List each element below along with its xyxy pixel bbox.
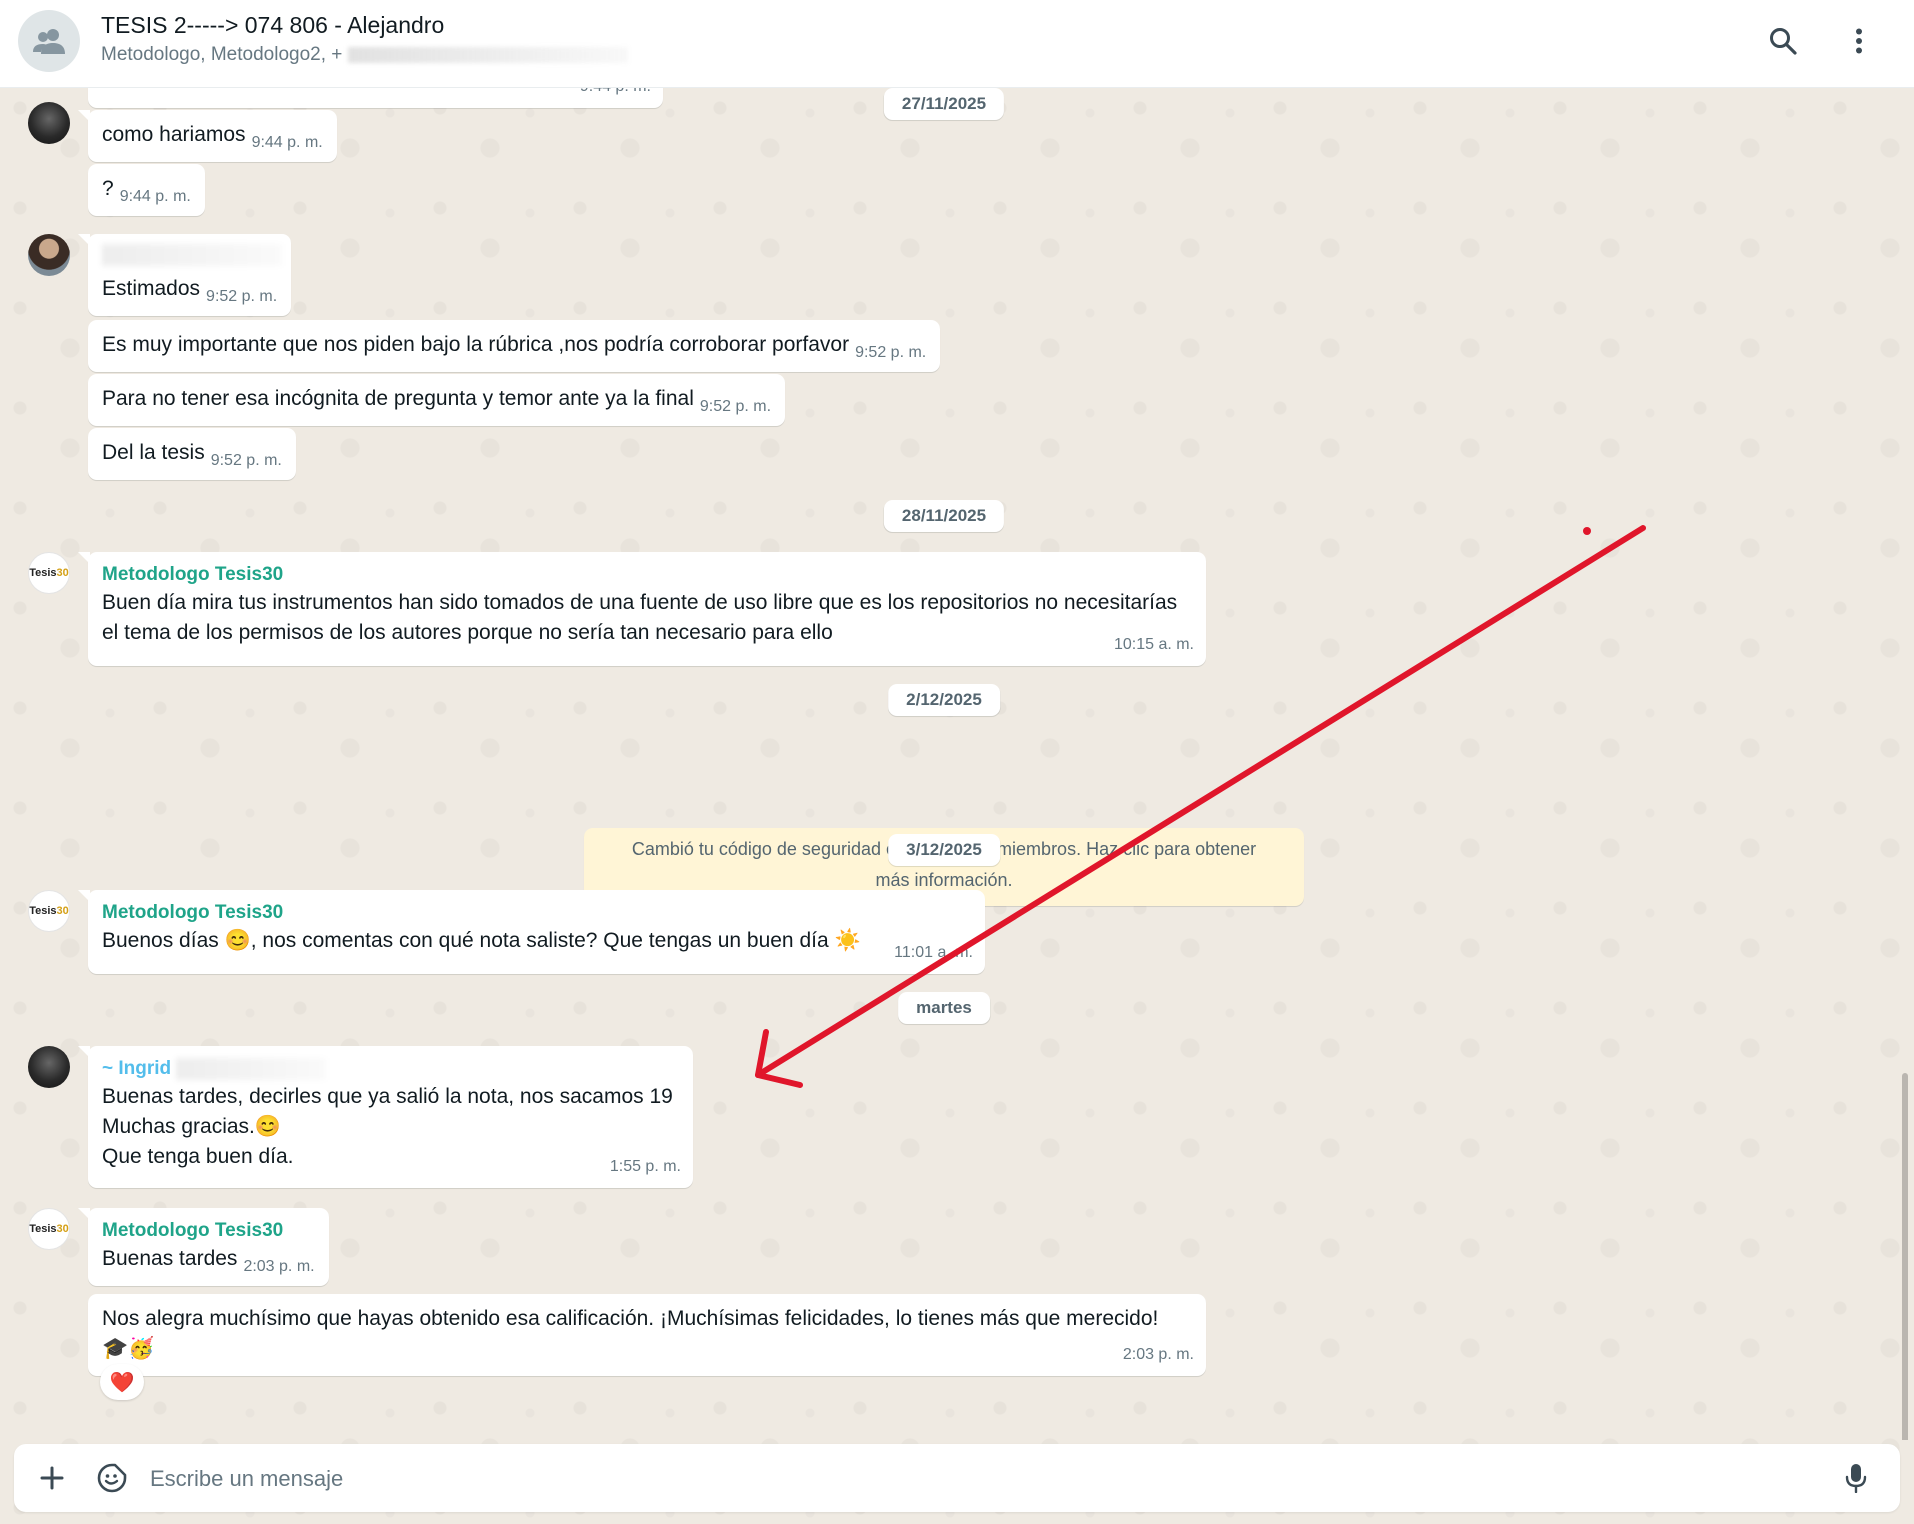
message-time: 9:52 p. m. — [206, 288, 278, 305]
sender-name[interactable]: Metodologo Tesis30 — [102, 562, 1192, 588]
message-bubble[interactable]: como hariamos 9:44 p. m. — [78, 110, 337, 162]
heart-reaction[interactable]: ❤️ — [100, 1364, 144, 1400]
avatar-logo[interactable]: Tesis 30 — [28, 1208, 70, 1250]
message-bubble[interactable]: Nos alegra muchísimo que hayas obtenido … — [88, 1294, 1206, 1376]
avatar[interactable] — [28, 234, 70, 276]
message-time: 9:52 p. m. — [699, 398, 772, 415]
date-separator: 28/11/2025 — [883, 500, 1005, 532]
mic-icon — [1845, 1464, 1867, 1493]
message-text: Buenas tardes, decirles que ya salió la … — [102, 1085, 673, 1168]
blurred-members — [348, 46, 629, 63]
date-separator: 3/12/2025 — [888, 834, 1000, 866]
message-text: Para no tener esa incógnita de pregunta … — [102, 387, 694, 410]
message-time: 10:15 a. m. — [1113, 636, 1194, 653]
sender-name[interactable]: ~ Ingrid — [102, 1056, 679, 1082]
message-time: 9:44 p. m. — [580, 88, 651, 102]
message-bubble[interactable]: Estimados 9:52 p. m. — [77, 234, 292, 316]
message-text: Buenos días 😊, nos comentas con qué nota… — [102, 929, 861, 952]
avatar-logo[interactable]: Tesis 30 — [28, 890, 70, 932]
sender-name[interactable]: Metodologo Tesis30 — [102, 900, 971, 926]
message-bubble[interactable]: Metodologo Tesis30 Buenas tardes 2:03 p. … — [78, 1208, 329, 1286]
logo-brand: Tesis — [29, 1223, 57, 1235]
menu-icon — [1856, 28, 1862, 54]
sticker-button[interactable] — [90, 1456, 134, 1500]
message-time: 11:01 a. m. — [894, 944, 973, 961]
message-text: como hariamos — [102, 123, 246, 146]
message-time: 2:03 p. m. — [1122, 1346, 1194, 1363]
message-text: Estimados — [102, 277, 201, 300]
composer — [14, 1444, 1900, 1512]
message-time: 9:52 p. m. — [855, 344, 927, 361]
attach-button[interactable] — [30, 1456, 74, 1500]
members-text: Metodologo, Metodologo2, + — [101, 44, 343, 65]
date-separator: 27/11/2025 — [883, 88, 1005, 120]
message-bubble[interactable]: Del la tesis 9:52 p. m. — [88, 428, 296, 480]
avatar-logo[interactable]: Tesis 30 — [28, 552, 70, 594]
sender-label: ~ Ingrid — [102, 1058, 172, 1079]
logo-brand: Tesis — [29, 567, 57, 579]
group-avatar[interactable] — [18, 10, 80, 72]
blurred-phone — [176, 1057, 327, 1080]
message-text: ? — [102, 177, 114, 200]
logo-brand: Tesis — [29, 905, 57, 917]
message-time: 2:03 p. m. — [243, 1258, 315, 1275]
message-bubble[interactable]: Metodologo Tesis30 Buenos días 😊, nos co… — [78, 890, 985, 974]
chat-header[interactable]: TESIS 2-----> 074 806 - Alejandro Metodo… — [0, 0, 1914, 88]
message-text: Es muy importante que nos piden bajo la … — [102, 333, 850, 356]
message-bubble[interactable]: Metodologo Tesis30 Buen día mira tus ins… — [78, 552, 1206, 666]
message-bubble[interactable]: Para no tener esa incógnita de pregunta … — [88, 374, 786, 426]
message-time: 1:55 p. m. — [609, 1158, 681, 1175]
message-list[interactable]: 9:44 p. m. 27/11/2025 como hariamos 9:44 … — [0, 88, 1914, 1440]
message-time: 9:44 p. m. — [119, 188, 191, 205]
blurred-sender — [102, 244, 282, 266]
chat-title[interactable]: TESIS 2-----> 074 806 - Alejandro — [101, 12, 444, 39]
avatar[interactable] — [28, 1046, 70, 1088]
logo-number: 30 — [56, 567, 69, 579]
sender-name[interactable]: Metodologo Tesis30 — [102, 1218, 315, 1244]
group-icon — [33, 29, 65, 54]
menu-button[interactable] — [1836, 18, 1882, 64]
plus-icon — [40, 1466, 64, 1490]
message-bubble[interactable]: 9:44 p. m. — [88, 88, 663, 108]
message-bubble[interactable]: Es muy importante que nos piden bajo la … — [88, 320, 941, 372]
message-input[interactable] — [148, 1456, 1792, 1502]
message-text: Del la tesis — [102, 441, 205, 464]
message-text: Nos alegra muchísimo que hayas obtenido … — [102, 1307, 1159, 1360]
avatar[interactable] — [28, 102, 70, 144]
chat-members[interactable]: Metodologo, Metodologo2, + — [101, 44, 629, 66]
message-time: 9:44 p. m. — [251, 134, 323, 151]
search-button[interactable] — [1760, 18, 1806, 64]
sticker-icon — [97, 1463, 127, 1493]
search-icon — [1770, 28, 1797, 55]
logo-number: 30 — [56, 905, 69, 917]
logo-number: 30 — [56, 1223, 69, 1235]
message-text: Buenas tardes — [102, 1247, 238, 1270]
voice-button[interactable] — [1834, 1456, 1878, 1500]
message-bubble[interactable]: ? 9:44 p. m. — [88, 164, 205, 216]
message-text: Buen día mira tus instrumentos han sido … — [102, 591, 1183, 644]
date-separator: martes — [898, 992, 990, 1024]
message-bubble[interactable]: ~ Ingrid Buenas tardes, decirles que ya … — [78, 1046, 693, 1188]
scrollbar-thumb[interactable] — [1902, 1073, 1908, 1440]
date-separator: 2/12/2025 — [888, 684, 1000, 716]
message-time: 9:52 p. m. — [210, 452, 282, 469]
